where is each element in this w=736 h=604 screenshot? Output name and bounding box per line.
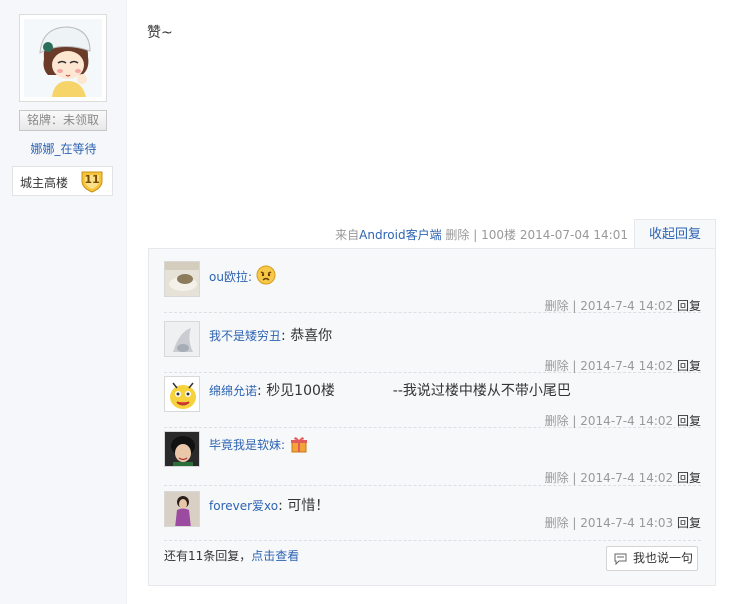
reply-meta: 删除 | 2014-7-4 14:02 回复: [545, 357, 701, 374]
post-content: 赞~: [147, 25, 173, 41]
reply-username[interactable]: ou欧拉: [209, 270, 248, 284]
reply-button[interactable]: 回复: [677, 471, 701, 485]
reply-text: 绵绵允诺: 秒见100楼 --我说过楼中楼从不带小尾巴: [209, 380, 571, 400]
reply-meta: 删除 | 2014-7-4 14:02 回复: [545, 297, 701, 314]
reply-button[interactable]: 回复: [677, 516, 701, 530]
reply-text: ou欧拉:: [209, 265, 276, 289]
reply-meta: 删除 | 2014-7-4 14:03 回复: [545, 514, 701, 531]
reply-time: 2014-7-4 14:02: [580, 471, 674, 485]
reply-meta: 删除 | 2014-7-4 14:02 回复: [545, 412, 701, 429]
post-datetime: 2014-07-04 14:01: [519, 228, 628, 242]
reply-content: 恭喜你: [290, 328, 333, 344]
reply-colon: :: [281, 438, 286, 452]
reply-time: 2014-7-4 14:02: [580, 299, 674, 313]
view-more-link[interactable]: 点击查看: [251, 549, 299, 563]
reply-avatar[interactable]: [164, 261, 200, 297]
comment-icon: [614, 553, 627, 565]
reply-item: 我不是矮穷丑: 恭喜你 删除 | 2014-7-4 14:02 回复: [164, 321, 701, 373]
reply-time: 2014-7-4 14:02: [580, 359, 674, 373]
reply-text: 我不是矮穷丑: 恭喜你: [209, 325, 332, 345]
reply-button[interactable]: 回复: [677, 359, 701, 373]
nameplate-button[interactable]: 铭牌：未领取: [19, 110, 107, 131]
reply-avatar[interactable]: [164, 431, 200, 467]
reply-item: 绵绵允诺: 秒见100楼 --我说过楼中楼从不带小尾巴 删除 | 2014-7-…: [164, 376, 701, 428]
collapse-replies-button[interactable]: 收起回复: [634, 219, 716, 249]
reply-delete-link[interactable]: 删除: [545, 414, 569, 428]
meta-separator: |: [572, 359, 577, 373]
floor-number: 100楼: [481, 228, 517, 242]
reply-delete-link[interactable]: 删除: [545, 359, 569, 373]
reply-delete-link[interactable]: 删除: [545, 516, 569, 530]
meta-separator: |: [572, 516, 577, 530]
reply-username[interactable]: 我不是矮穷丑: [209, 329, 281, 343]
meta-separator: |: [572, 471, 577, 485]
reply-delete-link[interactable]: 删除: [545, 471, 569, 485]
meta-separator: |: [572, 414, 577, 428]
reply-avatar[interactable]: [164, 321, 200, 357]
avatar-image: [24, 19, 102, 97]
reply-panel: ou欧拉: 删除 | 2014-7-4 14:02 回复 我不是矮穷丑: 恭喜你…: [148, 248, 716, 586]
say-button-label: 我也说一句: [633, 551, 694, 565]
meta-separator: |: [572, 299, 577, 313]
gift-emoji-icon: [290, 435, 308, 457]
reply-time: 2014-7-4 14:03: [580, 516, 674, 530]
level-number: 11: [84, 173, 100, 186]
reply-username[interactable]: forever爱xo: [209, 499, 278, 513]
post-meta: 来自Android客户端 删除 | 100楼 2014-07-04 14:01: [335, 226, 628, 243]
reply-meta: 删除 | 2014-7-4 14:02 回复: [545, 469, 701, 486]
level-title: 城主高楼: [20, 176, 69, 190]
reply-colon: :: [281, 328, 286, 344]
reply-item: ou欧拉: 删除 | 2014-7-4 14:02 回复: [164, 261, 701, 313]
reply-delete-link[interactable]: 删除: [545, 299, 569, 313]
reply-colon: :: [247, 270, 252, 284]
reply-button[interactable]: 回复: [677, 299, 701, 313]
more-replies: 还有11条回复，点击查看: [164, 547, 299, 564]
source-link[interactable]: Android客户端: [359, 228, 441, 242]
reply-colon: :: [257, 383, 262, 399]
reply-username[interactable]: 绵绵允诺: [209, 384, 257, 398]
reply-item: forever爱xo: 可惜！ 删除 | 2014-7-4 14:03 回复: [164, 491, 701, 541]
angry-emoji-icon: [256, 265, 276, 289]
reply-text: 毕竟我是软妹:: [209, 435, 308, 457]
reply-colon: :: [278, 498, 283, 514]
reply-item: 毕竟我是软妹: 删除 | 2014-7-4 14:02 回复: [164, 431, 701, 486]
username-link[interactable]: 娜娜_在等待: [0, 140, 127, 157]
reply-content: 秒见100楼 --我说过楼中楼从不带小尾巴: [266, 383, 571, 399]
reply-username[interactable]: 毕竟我是软妹: [209, 438, 281, 452]
post-delete-link[interactable]: 删除: [445, 228, 469, 242]
user-avatar[interactable]: [19, 14, 107, 102]
say-something-button[interactable]: 我也说一句: [606, 546, 698, 571]
user-level-badge[interactable]: 城主高楼 11: [12, 166, 113, 196]
reply-content: 可惜！: [287, 498, 330, 514]
more-replies-prefix: 还有11条回复，: [164, 549, 252, 563]
reply-button[interactable]: 回复: [677, 414, 701, 428]
meta-separator: |: [473, 228, 478, 242]
source-prefix: 来自: [335, 228, 360, 242]
reply-avatar[interactable]: [164, 491, 200, 527]
user-sidebar: 铭牌：未领取 娜娜_在等待 城主高楼 11: [0, 0, 127, 604]
reply-avatar[interactable]: [164, 376, 200, 412]
reply-time: 2014-7-4 14:02: [580, 414, 674, 428]
reply-text: forever爱xo: 可惜！: [209, 495, 329, 515]
